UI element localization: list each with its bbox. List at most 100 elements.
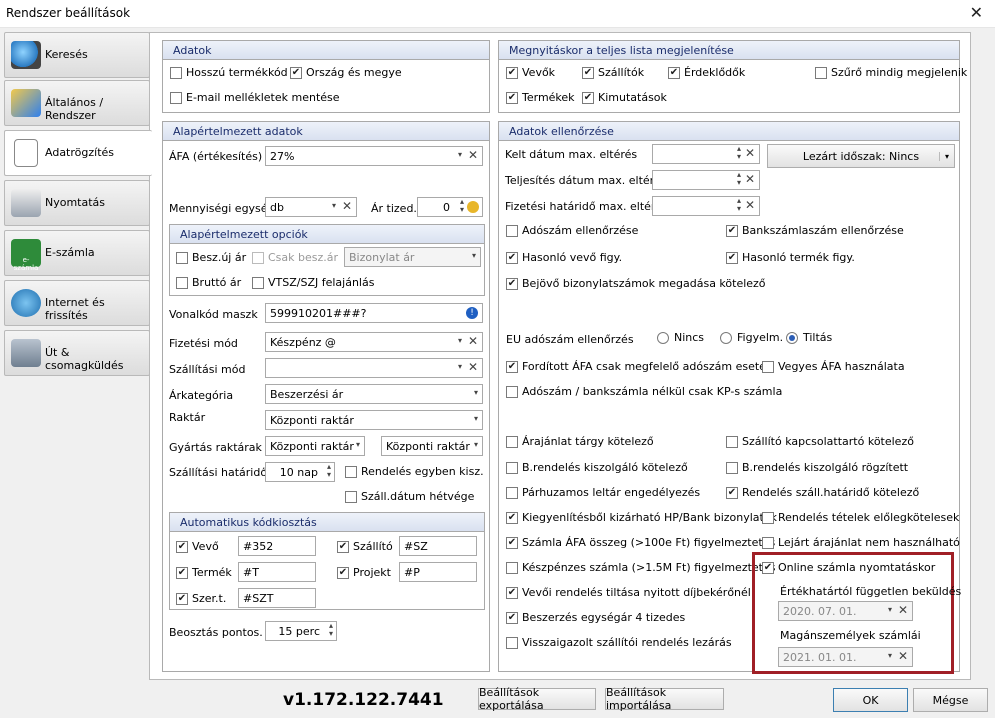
magan-date[interactable]: 2021. 01. 01. ▾ ✕ xyxy=(778,647,913,667)
radio-figyelm[interactable]: Figyelm. xyxy=(720,331,783,344)
vonalkod-label: Vonalkód maszk xyxy=(169,308,258,321)
fizetesi-hat-stepper[interactable]: ▴ ▾ ✕ xyxy=(652,196,760,216)
nav-label: Adatrögzítés xyxy=(45,146,115,159)
nav-item-e-szamla[interactable]: e-számla E-számla xyxy=(4,230,150,276)
title-bar: Rendszer beállítások ✕ xyxy=(0,0,995,28)
teljesites-label: Teljesítés dátum max. eltérés xyxy=(505,174,667,187)
checkbox-bankszamla[interactable]: Bankszámlaszám ellenőrzése xyxy=(726,224,904,237)
checkbox-vtsz[interactable]: VTSZ/SZJ felajánlás xyxy=(252,276,374,289)
beosztas-label: Beosztás pontos. xyxy=(169,626,263,639)
group-title: Adatok xyxy=(163,41,489,60)
checkbox-kiegyenlites[interactable]: Kiegyenlítésből kizárható HP/Bank bizony… xyxy=(506,511,777,524)
raktar-select[interactable]: Központi raktár ▾ xyxy=(265,410,483,430)
checkbox-szamla-afa[interactable]: Számla ÁFA összeg (>100e Ft) figyelmezte… xyxy=(506,536,775,549)
checkbox-b-rendeles-rog[interactable]: B.rendelés kiszolgáló rögzített xyxy=(726,461,908,474)
checkbox-erdeklodok[interactable]: Érdeklődők xyxy=(668,66,745,79)
checkbox-keszpenzes[interactable]: Készpénzes számla (>1.5M Ft) figyelmezte… xyxy=(506,561,776,574)
checkbox-online[interactable]: Online számla nyomtatáskor xyxy=(762,561,935,574)
checkbox-rendeles-egyben[interactable]: Rendelés egyben kisz. xyxy=(345,465,484,478)
group-title: Alapértelmezett opciók xyxy=(170,225,484,244)
checkbox-rendeles-tetelek[interactable]: Rendelés tételek előlegkötelesek xyxy=(762,511,959,524)
checkbox-lejart[interactable]: Lejárt árajánlat nem használható xyxy=(762,536,960,549)
arkategoria-label: Árkategória xyxy=(169,389,234,402)
checkbox-vevo[interactable]: Vevő xyxy=(176,540,219,553)
search-icon xyxy=(11,41,41,69)
checkbox-projekt[interactable]: Projekt xyxy=(337,566,391,579)
projekt-code-input[interactable]: #P xyxy=(399,562,477,582)
close-icon[interactable]: ✕ xyxy=(970,3,983,22)
ertekhatar-date[interactable]: 2020. 07. 01. ▾ ✕ xyxy=(778,601,913,621)
nav-item-altalanos[interactable]: Általános / Rendszer xyxy=(4,80,150,126)
checkbox-rendeles-szall[interactable]: Rendelés száll.határidő kötelező xyxy=(726,486,919,499)
vevo-code-input[interactable]: #352 xyxy=(238,536,316,556)
checkbox-forditott[interactable]: Fordított ÁFA csak megfelelő adószám ese… xyxy=(506,360,773,373)
nav-item-nyomtatas[interactable]: Nyomtatás xyxy=(4,180,150,226)
checkbox-szuro[interactable]: Szűrő mindig megjelenik xyxy=(815,66,967,79)
afa-label: ÁFA (értékesítés) xyxy=(169,150,263,163)
checkbox-hosszu[interactable]: Hosszú termékkód xyxy=(170,66,288,79)
checkbox-csak-besz-ar[interactable]: Csak besz.ár xyxy=(252,251,338,264)
group-title: Adatok ellenőrzése xyxy=(499,122,959,141)
checkbox-vevoi[interactable]: Vevői rendelés tiltása nyitott díjbekérő… xyxy=(506,586,751,599)
import-button[interactable]: Beállítások importálása xyxy=(605,686,724,712)
nav-label: Internet és frissítés xyxy=(45,296,105,322)
ok-button[interactable]: OK xyxy=(833,688,908,712)
nav-item-kereses[interactable]: Keresés xyxy=(4,32,150,78)
checkbox-hasonlo-vevo[interactable]: Hasonló vevő figy. xyxy=(506,251,622,264)
fizetesi-select[interactable]: Készpénz @ ▾ ✕ xyxy=(265,332,483,352)
document-edit-icon xyxy=(14,139,38,167)
nav-item-adatrogzites[interactable]: Adatrögzítés xyxy=(4,130,152,176)
beosztas-stepper[interactable]: 15 perc ▴ ▾ xyxy=(265,621,337,641)
checkbox-brutto-ar[interactable]: Bruttó ár xyxy=(176,276,241,289)
checkbox-szall-datum[interactable]: Száll.dátum hétvége xyxy=(345,490,474,503)
checkbox-visszaigazolt[interactable]: Visszaigazolt szállítói rendelés lezárás xyxy=(506,636,732,649)
checkbox-beszerzes[interactable]: Beszerzés egységár 4 tizedes xyxy=(506,611,685,624)
szallitasi-select[interactable]: ▾ ✕ xyxy=(265,358,483,378)
nav-item-internet[interactable]: Internet és frissítés xyxy=(4,280,150,326)
checkbox-besz-uj-ar[interactable]: Besz.új ár xyxy=(176,251,246,264)
bizonylat-ar-select[interactable]: Bizonylat ár ▾ xyxy=(344,247,481,267)
checkbox-vevok[interactable]: Vevők xyxy=(506,66,555,79)
export-button[interactable]: Beállítások exportálása xyxy=(478,686,596,712)
checkbox-arajanlat-targy[interactable]: Árajánlat tárgy kötelező xyxy=(506,435,654,448)
szert-code-input[interactable]: #SZT xyxy=(238,588,316,608)
hatarido-stepper[interactable]: 10 nap ▴ ▾ xyxy=(265,462,335,482)
checkbox-termekek[interactable]: Termékek xyxy=(506,91,575,104)
nav-label: E-számla xyxy=(45,246,95,259)
termek-code-input[interactable]: #T xyxy=(238,562,316,582)
checkbox-hasonlo-termek[interactable]: Hasonló termék figy. xyxy=(726,251,855,264)
afa-select[interactable]: 27% ▾ ✕ xyxy=(265,146,483,166)
radio-nincs[interactable]: Nincs xyxy=(657,331,704,344)
checkbox-email[interactable]: E-mail mellékletek mentése xyxy=(170,91,340,104)
nav-item-ut[interactable]: Út & csomagküldés xyxy=(4,330,150,376)
teljesites-stepper[interactable]: ▴ ▾ ✕ xyxy=(652,170,760,190)
checkbox-szallito[interactable]: Szállító xyxy=(337,540,393,553)
checkbox-orszag[interactable]: Ország és megye xyxy=(290,66,402,79)
kelt-stepper[interactable]: ▴ ▾ ✕ xyxy=(652,144,760,164)
checkbox-parhuzamos[interactable]: Párhuzamos leltár engedélyezés xyxy=(506,486,700,499)
arkategoria-select[interactable]: Beszerzési ár ▾ xyxy=(265,384,483,404)
cancel-button[interactable]: Mégse xyxy=(913,688,988,712)
checkbox-kimutatasok[interactable]: Kimutatások xyxy=(582,91,667,104)
checkbox-vegyes[interactable]: Vegyes ÁFA használata xyxy=(762,360,905,373)
ar-tized-stepper[interactable]: 0 ▴ ▾ xyxy=(417,197,483,217)
me-select[interactable]: db ▾ ✕ xyxy=(265,197,357,217)
szallito-code-input[interactable]: #SZ xyxy=(399,536,477,556)
checkbox-adoszam-bank[interactable]: Adószám / bankszámla nélkül csak KP-s sz… xyxy=(506,385,782,398)
me-label: Mennyiségi egység xyxy=(169,202,275,215)
szallitasi-label: Szállítási mód xyxy=(169,363,246,376)
checkbox-szallito-kapcs[interactable]: Szállító kapcsolattartó kötelező xyxy=(726,435,914,448)
radio-tiltas[interactable]: Tiltás xyxy=(786,331,832,344)
gyartas-select-2[interactable]: Központi raktár ▾ xyxy=(381,436,483,456)
checkbox-bejovo[interactable]: Bejövő bizonylatszámok megadása kötelező xyxy=(506,277,766,290)
checkbox-b-rendeles-kot[interactable]: B.rendelés kiszolgáló kötelező xyxy=(506,461,688,474)
checkbox-szert[interactable]: Szer.t. xyxy=(176,592,226,605)
printer-icon xyxy=(11,189,41,217)
vonalkod-input[interactable]: 599910201###?! xyxy=(265,303,483,323)
lezart-idoszak-button[interactable]: Lezárt időszak: Nincs ▾ xyxy=(767,144,955,168)
checkbox-adoszam[interactable]: Adószám ellenőrzése xyxy=(506,224,638,237)
gyartas-label: Gyártás raktárak xyxy=(169,441,262,454)
checkbox-termek[interactable]: Termék xyxy=(176,566,232,579)
gyartas-select-1[interactable]: Központi raktár ▾ xyxy=(265,436,365,456)
checkbox-szallitok[interactable]: Szállítók xyxy=(582,66,644,79)
